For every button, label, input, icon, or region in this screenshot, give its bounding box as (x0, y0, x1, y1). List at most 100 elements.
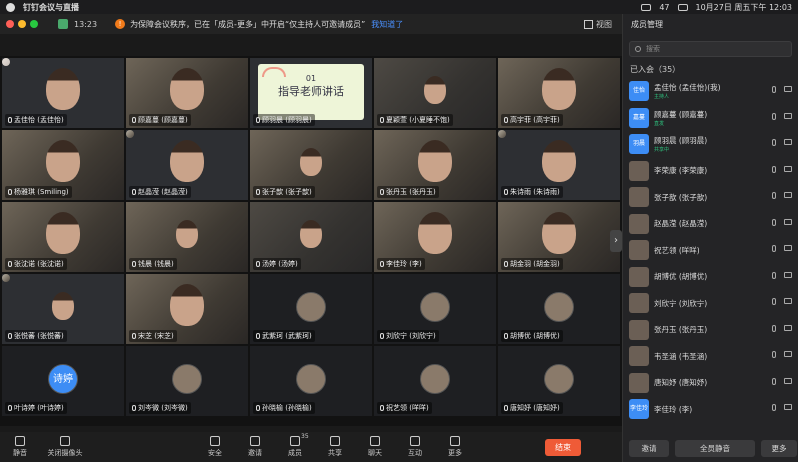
mute-button[interactable]: 静音 (0, 436, 40, 458)
participant-tile[interactable]: 张子歆 (张子歆) (250, 130, 372, 200)
camera-icon[interactable] (784, 245, 792, 251)
camera-button[interactable]: 关闭摄像头 (40, 436, 90, 458)
camera-icon[interactable] (784, 112, 792, 119)
wifi-icon[interactable] (677, 3, 688, 11)
app-menu-title[interactable]: 钉钉会议与直播 (23, 2, 79, 13)
participant-tile[interactable]: 张丹玉 (张丹玉) (374, 130, 496, 200)
minimize-window-button[interactable] (18, 20, 26, 28)
member-row[interactable]: 佳怡 孟佳怡 (孟佳怡)(我) 主持人 (623, 78, 798, 105)
participant-tile[interactable]: 刘欣宁 (刘欣宁) (374, 274, 496, 344)
microphone-icon (132, 261, 136, 267)
video-feed (2, 58, 10, 66)
participant-tile[interactable]: 祝艺领 (咩咩) (374, 346, 496, 416)
participant-tile[interactable]: 武紫珂 (武紫珂) (250, 274, 372, 344)
microphone-icon[interactable] (772, 139, 776, 146)
microphone-icon[interactable] (772, 165, 776, 173)
member-row[interactable]: 张丹玉 (张丹玉) (623, 317, 798, 344)
participant-tile[interactable]: 诗婷 叶诗婷 (叶诗婷) (2, 346, 124, 416)
camera-icon[interactable] (784, 165, 792, 172)
participant-tile[interactable]: 孟佳怡 (孟佳怡) (2, 58, 124, 128)
participant-tile[interactable]: 唐知妤 (唐知妤) (498, 346, 620, 416)
participant-tile[interactable]: 01 指导老师讲话 顾羽晨 (顾羽晨) (250, 58, 372, 128)
notice-dismiss-link[interactable]: 我知道了 (371, 19, 403, 30)
participant-tile[interactable]: 李佳玲 (李) (374, 202, 496, 272)
participant-tile[interactable]: 赵晶滢 (赵晶滢) (126, 130, 248, 200)
members-label: 成员 (288, 449, 302, 457)
camera-icon[interactable] (784, 139, 792, 145)
view-switch-button[interactable]: 视图 (584, 19, 612, 30)
share-button[interactable]: 共享 (315, 436, 355, 458)
apple-icon[interactable] (6, 2, 15, 12)
camera-icon[interactable] (784, 377, 792, 384)
camera-icon[interactable] (784, 192, 792, 198)
battery-icon[interactable] (641, 3, 652, 11)
mute-all-button[interactable]: 全员静音 (675, 439, 755, 457)
camera-icon[interactable] (784, 86, 792, 92)
participant-tile[interactable]: 汤婷 (汤婷) (250, 202, 372, 272)
participant-name: 刘欣宁 (刘欣宁) (377, 330, 439, 342)
camera-icon[interactable] (784, 218, 792, 225)
invite-button[interactable]: 邀请 (235, 436, 275, 458)
end-meeting-button[interactable]: 结束 (545, 438, 581, 456)
interact-button[interactable]: 互动 (395, 436, 435, 458)
participant-tile[interactable]: 顾嘉蔓 (顾嘉蔓) (126, 58, 248, 128)
close-window-button[interactable] (6, 20, 14, 28)
clock[interactable]: 10月27日 周五下午 12:03 (696, 2, 793, 13)
participant-tile[interactable]: 朱诗雨 (朱诗雨) (498, 130, 620, 200)
participant-tile[interactable]: 胡金羽 (胡金羽) (498, 202, 620, 272)
participant-tile[interactable]: 刘岑微 (刘岑微) (126, 346, 248, 416)
microphone-icon[interactable] (772, 298, 776, 305)
microphone-icon (8, 405, 12, 411)
member-row[interactable]: 羽晨 顾羽晨 (顾羽晨) 共享中 (623, 131, 798, 158)
member-row[interactable]: 李佳玲 李佳玲 (李) (623, 396, 798, 423)
participant-tile[interactable]: 宋芝 (宋芝) (126, 274, 248, 344)
menubar-status: 47 10月27日 周五下午 12:03 (641, 2, 792, 13)
participant-tile[interactable]: 张沈诺 (张沈诺) (2, 202, 124, 272)
participant-tile[interactable]: 胡博优 (胡博优) (498, 274, 620, 344)
camera-icon[interactable] (784, 324, 792, 331)
panel-invite-button[interactable]: 邀请 (629, 439, 669, 457)
zoom-window-button[interactable] (30, 20, 38, 28)
participant-tile[interactable]: 孙晓榆 (孙晓榆) (250, 346, 372, 416)
member-row[interactable]: 嘉蔓 顾嘉蔓 (顾嘉蔓) 直发 (623, 105, 798, 132)
microphone-icon[interactable] (772, 192, 776, 199)
share-label: 共享 (328, 449, 342, 457)
member-row[interactable]: 刘欣宁 (刘欣宁) (623, 290, 798, 317)
member-row[interactable]: 唐知妤 (唐知妤) (623, 370, 798, 397)
participant-tile[interactable]: 夏颖萱 (小夏睡不饱) (374, 58, 496, 128)
members-button[interactable]: 35 成员 (275, 433, 315, 458)
participant-tile[interactable]: 高宇菲 (高宇菲) (498, 58, 620, 128)
participant-tile[interactable]: 杨雅琪 (Smiling) (2, 130, 124, 200)
participant-tile[interactable]: 张悦蕃 (张悦蕃) (2, 274, 124, 344)
security-button[interactable]: 安全 (195, 436, 235, 458)
camera-icon[interactable] (784, 298, 792, 304)
microphone-icon[interactable] (772, 324, 776, 332)
microphone-icon[interactable] (772, 351, 776, 358)
participant-tile[interactable]: 钱晨 (钱晨) (126, 202, 248, 272)
microphone-icon[interactable] (772, 112, 776, 120)
microphone-icon[interactable] (772, 271, 776, 279)
camera-icon[interactable] (784, 271, 792, 278)
microphone-icon[interactable] (772, 86, 776, 93)
member-row[interactable]: 李荣康 (李荣康) (623, 158, 798, 185)
microphone-icon[interactable] (772, 245, 776, 252)
camera-icon[interactable] (784, 351, 792, 357)
secure-meeting-icon[interactable] (58, 19, 68, 29)
more-button[interactable]: 更多 (435, 436, 475, 458)
next-page-arrow[interactable]: › (610, 230, 622, 252)
participant-face (418, 140, 452, 182)
member-row[interactable]: 韦圣涵 (韦圣涵) (623, 343, 798, 370)
camera-icon[interactable] (784, 404, 792, 410)
member-row[interactable]: 胡博优 (胡博优) (623, 264, 798, 291)
chat-button[interactable]: 聊天 (355, 436, 395, 458)
microphone-icon[interactable] (772, 404, 776, 411)
participant-name: 夏颖萱 (小夏睡不饱) (377, 114, 453, 126)
member-row[interactable]: 赵晶滢 (赵晶滢) (623, 211, 798, 238)
member-search-input[interactable]: 搜索 (629, 41, 792, 57)
microphone-icon[interactable] (772, 218, 776, 226)
joined-section-header[interactable]: 已入会（35） (623, 62, 798, 78)
member-row[interactable]: 祝艺领 (咩咩) (623, 237, 798, 264)
microphone-icon[interactable] (772, 377, 776, 385)
panel-more-button[interactable]: 更多 (761, 439, 797, 457)
member-row[interactable]: 张子歆 (张子歆) (623, 184, 798, 211)
